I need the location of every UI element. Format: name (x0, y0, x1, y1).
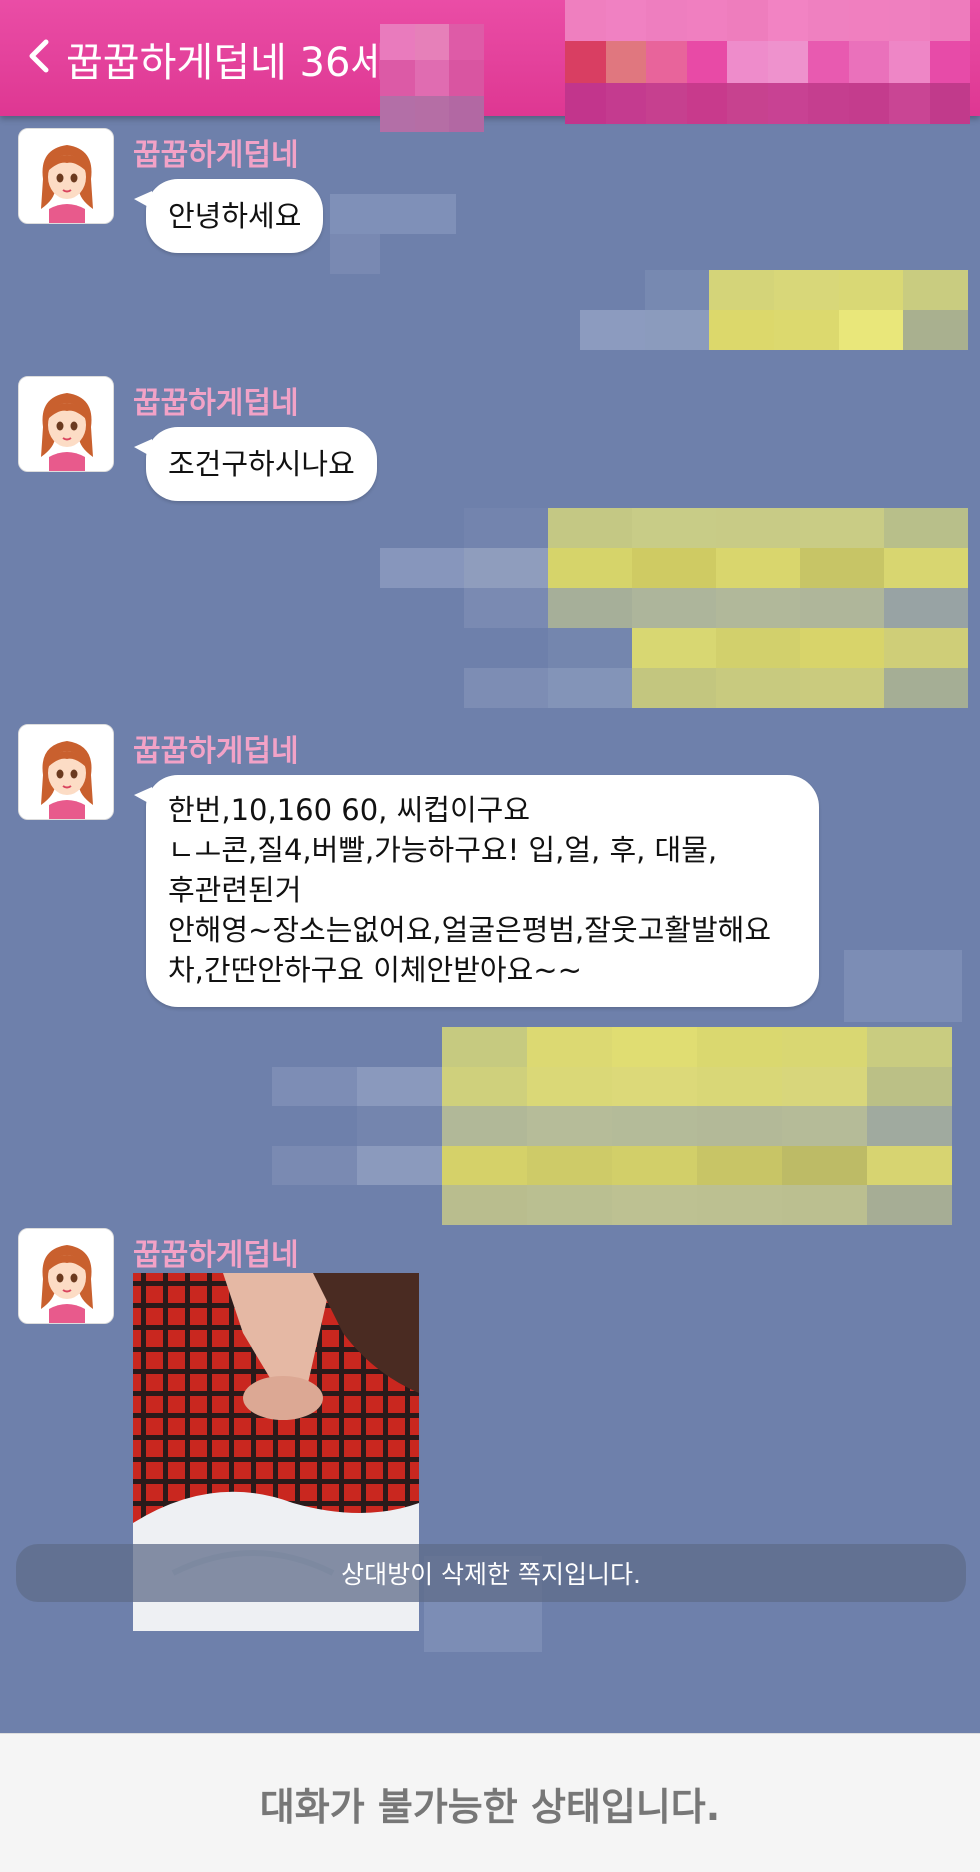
message-text: ㄴㅗ콘,질4,버빨,가능하구요! 입,얼, 후, 대물, (168, 833, 718, 867)
message-bubble: 한번,10,160 60, 씨컵이구요 ㄴㅗ콘,질4,버빨,가능하구요! 입,얼… (134, 775, 819, 1007)
message-text: 차,간딴안하구요 이체안받아요~~ (168, 953, 582, 987)
redacted-own-message (580, 270, 968, 350)
redacted-header-block (380, 24, 484, 132)
girl-avatar-icon (19, 129, 113, 223)
message-text: 후관련된거 (168, 873, 302, 907)
redacted-block (844, 950, 962, 1022)
message-text: 안녕하세요 (168, 199, 302, 233)
avatar[interactable] (18, 128, 114, 224)
redacted-block (330, 234, 380, 274)
girl-avatar-icon (19, 725, 113, 819)
chat-area[interactable]: 꿉꿉하게덥네 안녕하세요 꿉꿉하게덥네 조건구하시나요 꿉꿉하게덥네 한번,10… (0, 116, 980, 1733)
sender-name: 꿉꿉하게덥네 (133, 138, 299, 173)
chat-unavailable-text: 대화가 불가능한 상태입니다. (259, 1784, 721, 1829)
sender-name: 꿉꿉하게덥네 (133, 734, 299, 769)
sender-name: 꿉꿉하게덥네 (133, 386, 299, 421)
avatar[interactable] (18, 376, 114, 472)
redacted-block (330, 194, 456, 234)
avatar[interactable] (18, 724, 114, 820)
chat-footer: 대화가 불가능한 상태입니다. (0, 1733, 980, 1872)
girl-avatar-icon (19, 377, 113, 471)
message-text: 조건구하시나요 (168, 447, 355, 481)
message-text: 한번,10,160 60, 씨컵이구요 (168, 793, 531, 827)
redacted-own-message (380, 508, 968, 708)
message-bubble: 안녕하세요 (133, 179, 324, 253)
message-text: 안해영~장소는없어요,얼굴은평범,잘웃고활발해요 (168, 913, 772, 947)
message-bubble: 조건구하시나요 (134, 427, 377, 501)
girl-avatar-icon (19, 1229, 113, 1323)
redacted-header-block (565, 0, 970, 124)
sender-name: 꿉꿉하게덥네 (133, 1238, 299, 1273)
chevron-left-icon[interactable] (22, 36, 56, 76)
chat-title: 꿉꿉하게덥네 36세 (66, 40, 388, 86)
avatar[interactable] (18, 1228, 114, 1324)
redacted-own-message (272, 1027, 952, 1225)
chat-header: 꿉꿉하게덥네 36세 (0, 0, 980, 132)
deleted-message-notice: 상대방이 삭제한 쪽지입니다. (16, 1544, 966, 1602)
